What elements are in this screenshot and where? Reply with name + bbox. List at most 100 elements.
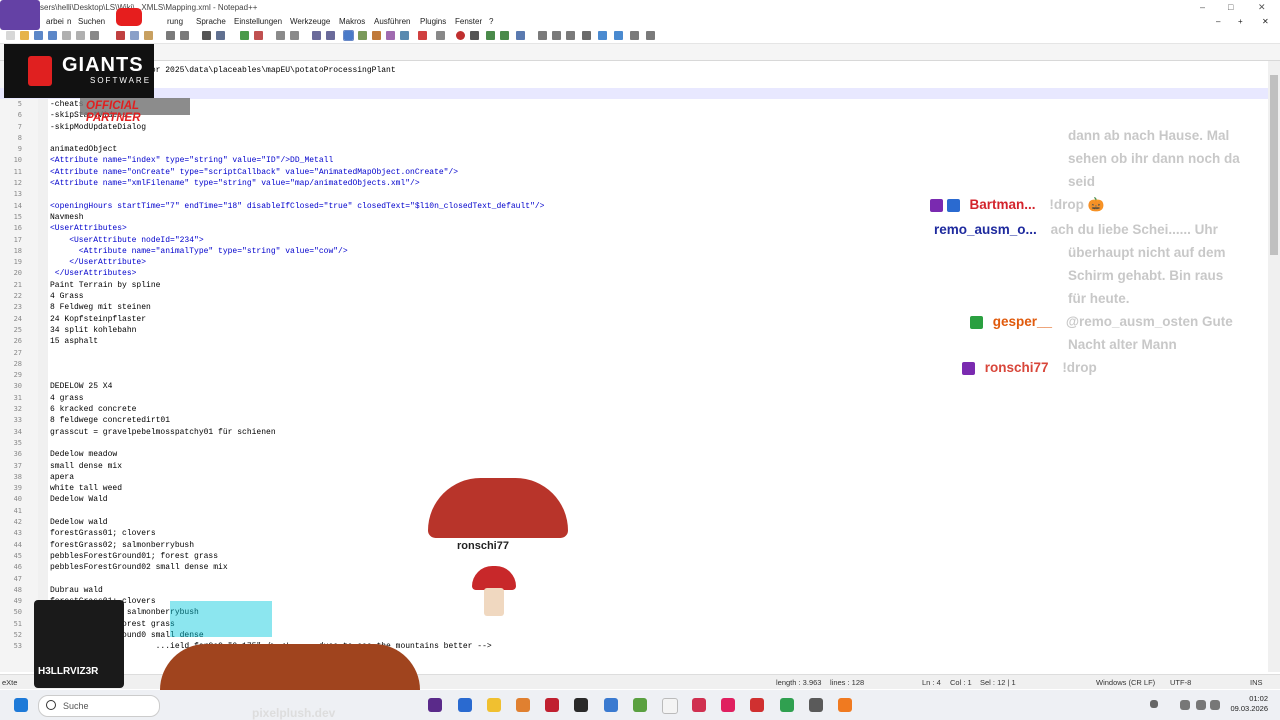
app-icon-1[interactable] [428,698,442,712]
wifi-icon[interactable] [1196,700,1206,710]
save-all-icon[interactable] [48,31,57,40]
folder-workspace-icon[interactable] [400,31,409,40]
sync-h-icon[interactable] [290,31,299,40]
menu-kodierung[interactable]: rung [167,17,183,26]
menu-makros[interactable]: Makros [339,17,365,26]
tray-chevron-icon[interactable] [1150,700,1158,708]
code-line[interactable]: 35 [0,438,1268,449]
sync-v-icon[interactable] [276,31,285,40]
down-icon[interactable] [614,31,623,40]
zoom-in-icon[interactable] [240,31,249,40]
code-line[interactable]: 32 6 kracked concrete [0,404,1268,415]
wrap-icon[interactable] [312,31,321,40]
udl-icon[interactable] [358,31,367,40]
replace-icon[interactable] [216,31,225,40]
doc-close-icon[interactable]: ✕ [1262,17,1269,26]
code-line[interactable]: 3-autoStartSavegame [0,76,1268,87]
extra-b-icon[interactable] [630,31,639,40]
monitor-icon[interactable] [418,31,427,40]
func-list-icon[interactable] [386,31,395,40]
panel-c-icon[interactable] [566,31,575,40]
app-icon-4[interactable] [516,698,530,712]
menu-werkzeuge[interactable]: Werkzeuge [290,17,330,26]
redo-icon[interactable] [180,31,189,40]
doc-map-icon[interactable] [372,31,381,40]
system-clock[interactable]: 01:02 09.03.2026 [1230,694,1268,714]
app-icon-5[interactable] [545,698,559,712]
scroll-thumb[interactable] [1270,75,1278,255]
code-line[interactable]: 43 forestGrass01; clovers [0,528,1268,539]
code-line[interactable]: 37 small dense mix [0,461,1268,472]
copy-icon[interactable] [130,31,139,40]
network-icon[interactable] [1180,700,1190,710]
close-all-icon[interactable] [76,31,85,40]
code-line[interactable]: 36 Dedelow meadow [0,449,1268,460]
app-icon-10[interactable] [692,698,706,712]
menu-einstellungen[interactable]: Einstellungen [234,17,282,26]
doc-minimize-icon[interactable]: – [1216,17,1220,26]
code-line[interactable]: 47 [0,574,1268,585]
close-file-icon[interactable] [62,31,71,40]
save-icon[interactable] [34,31,43,40]
menu-sprache[interactable]: Sprache [196,17,226,26]
close-icon[interactable]: ✕ [1258,2,1266,13]
menu-bearbeiten[interactable]: arbei [46,17,64,26]
code-line[interactable]: 40 Dedelow Wald [0,494,1268,505]
app-icon-11[interactable] [721,698,735,712]
maximize-icon[interactable]: □ [1228,2,1233,12]
code-line[interactable]: 41 [0,506,1268,517]
zoom-out-icon[interactable] [254,31,263,40]
stop-macro-icon[interactable] [470,31,479,40]
print-icon[interactable] [90,31,99,40]
undo-icon[interactable] [166,31,175,40]
code-line[interactable]: 2...6)\Farming Simulator 2025\data\place… [0,65,1268,76]
code-line[interactable]: 42 Dedelow wald [0,517,1268,528]
indent-guide-icon[interactable] [343,30,354,41]
view-icon[interactable] [436,31,445,40]
extra-c-icon[interactable] [646,31,655,40]
code-line[interactable]: 46 pebblesForestGround02 small dense mix [0,562,1268,573]
new-file-icon[interactable] [6,31,15,40]
menu-suchen[interactable]: Suchen [78,17,105,26]
menu-help[interactable]: ? [489,17,493,26]
save-macro-icon[interactable] [516,31,525,40]
windows-start-icon[interactable] [14,698,28,712]
code-line[interactable]: 4-devStartServer [0,87,1268,99]
open-file-icon[interactable] [20,31,29,40]
run-macro-multi-icon[interactable] [500,31,509,40]
app-icon-6[interactable] [574,698,588,712]
up-icon[interactable] [598,31,607,40]
minimize-icon[interactable]: – [1200,2,1205,12]
app-icon-2[interactable] [458,698,472,712]
menu-plugins[interactable]: Plugins [420,17,446,26]
app-icon-12[interactable] [750,698,764,712]
code-line[interactable]: 34 grasscut = gravelpebelmosspatchy01 für… [0,427,1268,438]
extra-a-icon[interactable] [582,31,591,40]
all-chars-icon[interactable] [326,31,335,40]
menu-fenster[interactable]: Fenster [455,17,482,26]
app-icon-13[interactable] [780,698,794,712]
file-icon[interactable] [662,698,678,714]
record-macro-icon[interactable] [456,31,465,40]
code-line[interactable]: 39 white tall weed [0,483,1268,494]
taskbar-search[interactable]: Suche [38,695,160,717]
app-icon-14[interactable] [809,698,823,712]
code-line[interactable]: 38 apera [0,472,1268,483]
code-line[interactable]: 5 -cheats [0,99,1268,110]
code-line[interactable]: 44 forestGrass02; salmonberrybush [0,540,1268,551]
explorer-icon[interactable] [487,698,501,712]
volume-icon[interactable] [1210,700,1220,710]
panel-b-icon[interactable] [552,31,561,40]
toggle-panel-icon[interactable] [538,31,547,40]
vlc-icon[interactable] [838,698,852,712]
find-icon[interactable] [202,31,211,40]
cut-icon[interactable] [116,31,125,40]
paste-icon[interactable] [144,31,153,40]
app-icon-7[interactable] [604,698,618,712]
code-line[interactable]: 48 Dubrau wald [0,585,1268,596]
code-line[interactable]: 45 pebblesForestGround01; forest grass [0,551,1268,562]
notepadpp-icon[interactable] [633,698,647,712]
play-macro-icon[interactable] [486,31,495,40]
code-line[interactable]: 6 -skipStartVideos [0,110,1268,121]
code-line[interactable]: 33 8 feldwege concretedirt01 [0,415,1268,426]
